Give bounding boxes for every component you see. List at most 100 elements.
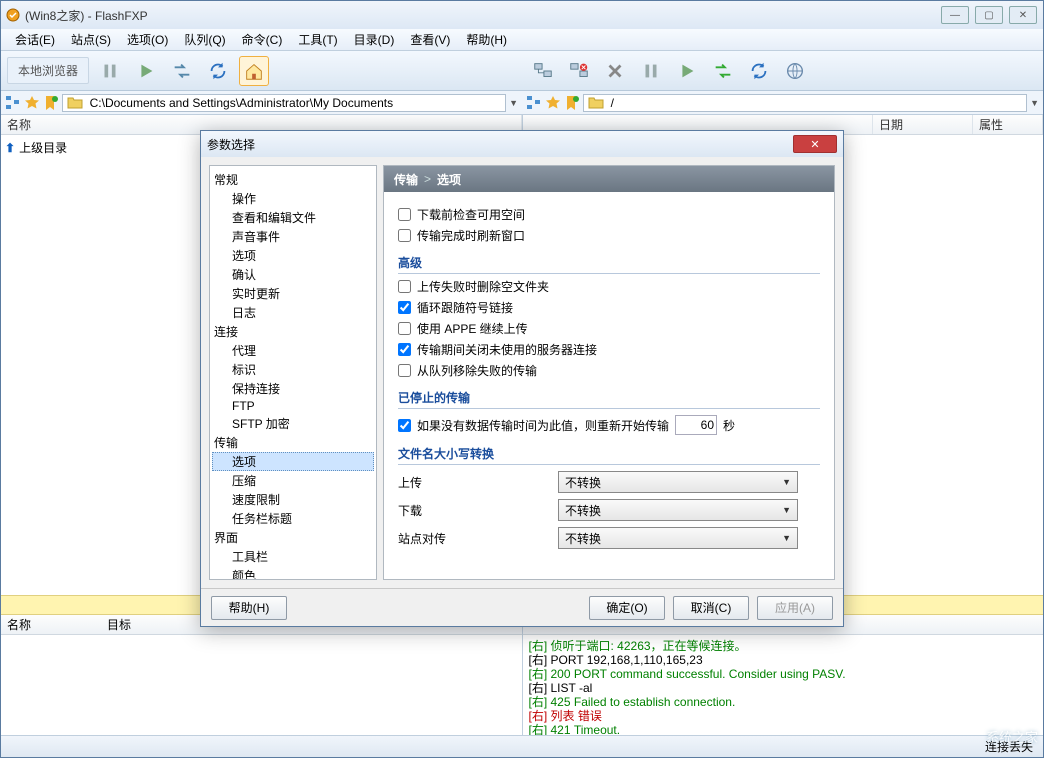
play-icon[interactable] bbox=[131, 56, 161, 86]
tree-general[interactable]: 常规 bbox=[212, 170, 374, 189]
play-remote-icon[interactable] bbox=[672, 56, 702, 86]
refresh-icon[interactable] bbox=[203, 56, 233, 86]
menu-session[interactable]: 会话(E) bbox=[9, 29, 61, 50]
dialog-buttons: 帮助(H) 确定(O) 取消(C) 应用(A) bbox=[201, 588, 843, 626]
up-arrow-icon: ⬆ bbox=[5, 141, 15, 155]
cancel-button[interactable]: 取消(C) bbox=[673, 596, 749, 620]
tree-transfer-options[interactable]: 选项 bbox=[212, 452, 374, 471]
minimize-button[interactable]: — bbox=[941, 6, 969, 24]
menu-tools[interactable]: 工具(T) bbox=[292, 29, 343, 50]
ok-button[interactable]: 确定(O) bbox=[589, 596, 665, 620]
sel-download-case[interactable]: 不转换 bbox=[558, 499, 798, 521]
tree-connect-4[interactable]: SFTP 加密 bbox=[212, 414, 374, 433]
tree-ui-0[interactable]: 工具栏 bbox=[212, 547, 374, 566]
log-panel[interactable]: [右] 侦听于端口: 42263，正在等候连接。 [右] PORT 192,16… bbox=[523, 635, 1044, 735]
tree-ui-1[interactable]: 颜色 bbox=[212, 566, 374, 580]
chk-close-unused[interactable] bbox=[398, 343, 411, 356]
apply-button[interactable]: 应用(A) bbox=[757, 596, 833, 620]
refresh-remote-icon[interactable] bbox=[744, 56, 774, 86]
restart-seconds-input[interactable] bbox=[675, 415, 717, 435]
menu-queue[interactable]: 队列(Q) bbox=[178, 29, 231, 50]
menu-sites[interactable]: 站点(S) bbox=[65, 29, 117, 50]
tree-general-0[interactable]: 操作 bbox=[212, 189, 374, 208]
tree-general-5[interactable]: 实时更新 bbox=[212, 284, 374, 303]
home-icon[interactable] bbox=[239, 56, 269, 86]
star-icon[interactable] bbox=[24, 95, 40, 111]
col-attr[interactable]: 属性 bbox=[973, 115, 1043, 134]
breadcrumb: 传输>选项 bbox=[384, 166, 834, 192]
path-remote-dropdown-icon[interactable]: ▼ bbox=[1030, 98, 1039, 108]
close-button[interactable]: ✕ bbox=[1009, 6, 1037, 24]
chk-del-empty[interactable] bbox=[398, 280, 411, 293]
section-advanced: 高级 bbox=[398, 254, 820, 274]
maximize-button[interactable]: ▢ bbox=[975, 6, 1003, 24]
lbl-upload: 上传 bbox=[398, 474, 558, 491]
remote-path-input[interactable]: / bbox=[583, 94, 1027, 112]
transfer-icon[interactable] bbox=[167, 56, 197, 86]
local-browser-label[interactable]: 本地浏览器 bbox=[7, 57, 89, 84]
qcol-name[interactable]: 名称 bbox=[1, 616, 101, 633]
chk-refresh-after[interactable] bbox=[398, 229, 411, 242]
col-date[interactable]: 日期 bbox=[873, 115, 973, 134]
dialog-titlebar: 参数选择 ✕ bbox=[201, 131, 843, 157]
tree-connect-3[interactable]: FTP bbox=[212, 398, 374, 414]
tree-general-6[interactable]: 日志 bbox=[212, 303, 374, 322]
globe-icon[interactable] bbox=[780, 56, 810, 86]
tree-general-4[interactable]: 确认 bbox=[212, 265, 374, 284]
connect-icon[interactable] bbox=[528, 56, 558, 86]
qcol-target[interactable]: 目标 bbox=[101, 616, 201, 633]
sel-fxp-case[interactable]: 不转换 bbox=[558, 527, 798, 549]
tree-general-2[interactable]: 声音事件 bbox=[212, 227, 374, 246]
reconnect-icon[interactable] bbox=[708, 56, 738, 86]
tree-connect-2[interactable]: 保持连接 bbox=[212, 379, 374, 398]
folder-remote-icon bbox=[588, 95, 604, 111]
preferences-dialog: 参数选择 ✕ 常规 操作 查看和编辑文件 声音事件 选项 确认 实时更新 日志 … bbox=[200, 130, 844, 627]
bookmark-add-icon[interactable] bbox=[43, 95, 59, 111]
abort-icon[interactable] bbox=[600, 56, 630, 86]
tree-general-3[interactable]: 选项 bbox=[212, 246, 374, 265]
tree-general-1[interactable]: 查看和编辑文件 bbox=[212, 208, 374, 227]
sel-upload-case[interactable]: 不转换 bbox=[558, 471, 798, 493]
tree-ui[interactable]: 界面 bbox=[212, 528, 374, 547]
app-icon bbox=[5, 7, 21, 23]
chk-restart[interactable] bbox=[398, 419, 411, 432]
statusbar: 连接丢失 bbox=[1, 735, 1043, 757]
options-panel: 下载前检查可用空间 传输完成时刷新窗口 高级 上传失败时删除空文件夹 循环跟随符… bbox=[384, 192, 834, 579]
menu-commands[interactable]: 命令(C) bbox=[236, 29, 289, 50]
disconnect-icon[interactable] bbox=[564, 56, 594, 86]
section-case: 文件名大小写转换 bbox=[398, 445, 820, 465]
chk-remove-failed[interactable] bbox=[398, 364, 411, 377]
status-text: 连接丢失 bbox=[985, 738, 1033, 755]
tree-transfer[interactable]: 传输 bbox=[212, 433, 374, 452]
folder-icon bbox=[67, 95, 83, 111]
tree-icon[interactable] bbox=[5, 95, 21, 111]
path-dropdown-icon[interactable]: ▼ bbox=[509, 98, 518, 108]
dialog-close-button[interactable]: ✕ bbox=[793, 135, 837, 153]
dialog-title: 参数选择 bbox=[207, 136, 793, 153]
tree-transfer-3[interactable]: 任务栏标题 bbox=[212, 509, 374, 528]
chk-appe[interactable] bbox=[398, 322, 411, 335]
bookmark-add-remote-icon[interactable] bbox=[564, 95, 580, 111]
local-path-input[interactable]: C:\Documents and Settings\Administrator\… bbox=[62, 94, 506, 112]
tree-connect[interactable]: 连接 bbox=[212, 322, 374, 341]
lbl-download: 下载 bbox=[398, 502, 558, 519]
pause-remote-icon[interactable] bbox=[636, 56, 666, 86]
titlebar: (Win8之家) - FlashFXP — ▢ ✕ bbox=[1, 1, 1043, 29]
menu-view[interactable]: 查看(V) bbox=[404, 29, 456, 50]
tree-connect-0[interactable]: 代理 bbox=[212, 341, 374, 360]
star-remote-icon[interactable] bbox=[545, 95, 561, 111]
pathbar: C:\Documents and Settings\Administrator\… bbox=[1, 91, 1043, 115]
lbl-fxp: 站点对传 bbox=[398, 530, 558, 547]
tree-remote-icon[interactable] bbox=[526, 95, 542, 111]
chk-follow-symlink[interactable] bbox=[398, 301, 411, 314]
category-tree[interactable]: 常规 操作 查看和编辑文件 声音事件 选项 确认 实时更新 日志 连接 代理 标… bbox=[209, 165, 377, 580]
chk-check-space[interactable] bbox=[398, 208, 411, 221]
tree-transfer-1[interactable]: 压缩 bbox=[212, 471, 374, 490]
tree-transfer-2[interactable]: 速度限制 bbox=[212, 490, 374, 509]
menu-help[interactable]: 帮助(H) bbox=[460, 29, 513, 50]
pause-icon[interactable] bbox=[95, 56, 125, 86]
menu-options[interactable]: 选项(O) bbox=[121, 29, 174, 50]
menu-directory[interactable]: 目录(D) bbox=[348, 29, 401, 50]
tree-connect-1[interactable]: 标识 bbox=[212, 360, 374, 379]
help-button[interactable]: 帮助(H) bbox=[211, 596, 287, 620]
